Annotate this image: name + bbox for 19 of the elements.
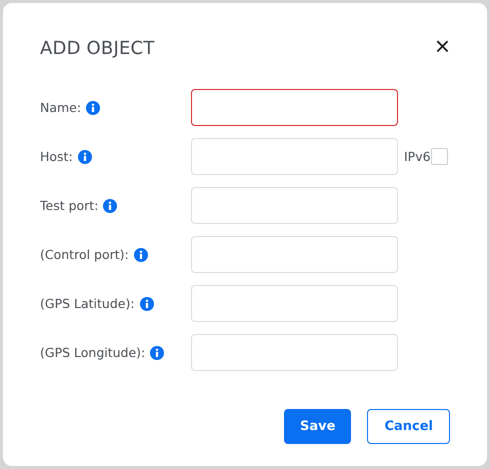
field-label: Name: — [40, 100, 82, 115]
checkbox[interactable] — [430, 148, 448, 165]
field-label: (Control port): — [40, 247, 129, 262]
cancel-button[interactable]: Cancel — [367, 409, 450, 444]
dialog-title: ADD OBJECT — [40, 38, 155, 59]
field-label: Host: — [40, 149, 73, 164]
close-button[interactable]: × — [434, 35, 450, 57]
info-icon[interactable] — [103, 198, 118, 212]
checkbox-label: IPv6 — [404, 149, 431, 164]
info-icon[interactable] — [150, 346, 164, 360]
info-icon[interactable] — [78, 150, 92, 164]
info-icon[interactable] — [134, 248, 148, 262]
field-label: Test port: — [40, 198, 98, 213]
input-field[interactable] — [191, 89, 398, 126]
field-label: (GPS Latitude): — [40, 296, 135, 311]
field-label: (GPS Longitude): — [40, 345, 146, 360]
info-icon[interactable] — [140, 296, 154, 310]
save-button[interactable]: Save — [284, 409, 352, 444]
info-icon[interactable] — [86, 100, 100, 114]
